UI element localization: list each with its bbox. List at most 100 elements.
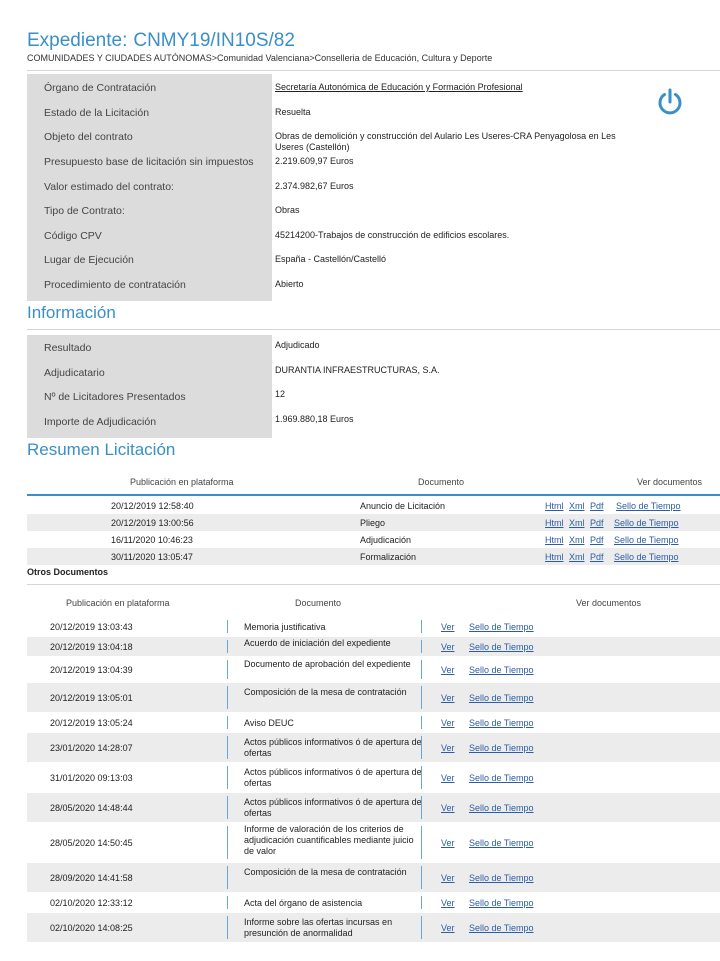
sello-de-tiempo-link[interactable]: Sello de Tiempo <box>469 923 534 933</box>
ver-link[interactable]: Ver <box>441 743 455 753</box>
sello-de-tiempo-link[interactable]: Sello de Tiempo <box>469 743 534 753</box>
sello-de-tiempo-link[interactable]: Sello de Tiempo <box>469 898 534 908</box>
otros-date: 23/01/2020 14:28:07 <box>50 743 133 753</box>
breadcrumb: COMUNIDADES Y CIUDADES AUTÓNOMAS>Comunid… <box>27 53 493 63</box>
otros-header-documento: Documento <box>295 598 342 608</box>
column-separator <box>227 896 228 909</box>
sello-de-tiempo-link[interactable]: Sello de Tiempo <box>614 518 679 528</box>
otros-document: Actos públicos informativos ó de apertur… <box>244 797 422 818</box>
sello-de-tiempo-link[interactable]: Sello de Tiempo <box>616 501 681 511</box>
html-link[interactable]: Html <box>545 535 564 545</box>
resumen-row: 20/12/2019 13:00:56 Pliego Html Xml Pdf Sello… <box>27 514 720 531</box>
detail-label: Presupuesto base de licitación sin impue… <box>44 156 254 168</box>
detail-label: Órgano de Contratación <box>44 82 157 94</box>
sello-de-tiempo-link[interactable]: Sello de Tiempo <box>614 552 679 562</box>
pdf-link[interactable]: Pdf <box>590 518 604 528</box>
resumen-row: 16/11/2020 10:46:23 Adjudicación Html Xml Pd… <box>27 531 720 548</box>
info-value: 1.969.880,18 Euros <box>275 414 354 424</box>
ver-link[interactable]: Ver <box>441 642 455 652</box>
sello-de-tiempo-link[interactable]: Sello de Tiempo <box>469 622 534 632</box>
otros-date: 20/12/2019 13:05:24 <box>50 718 133 728</box>
ver-link[interactable]: Ver <box>441 665 455 675</box>
html-link[interactable]: Html <box>545 518 564 528</box>
column-separator <box>227 686 228 709</box>
otros-header-publicacion: Publicación en plataforma <box>66 598 170 608</box>
xml-link[interactable]: Xml <box>569 552 585 562</box>
detail-value: 45214200-Trabajos de construcción de edi… <box>275 230 510 240</box>
otros-row: 02/10/2020 12:33:12 Acta del órgano de as… <box>27 893 720 913</box>
otros-date: 02/10/2020 12:33:12 <box>50 898 133 908</box>
column-separator <box>421 716 422 729</box>
ver-link[interactable]: Ver <box>441 693 455 703</box>
ver-link[interactable]: Ver <box>441 838 455 848</box>
xml-link[interactable]: Xml <box>569 501 585 511</box>
pdf-link[interactable]: Pdf <box>590 535 604 545</box>
sello-de-tiempo-link[interactable]: Sello de Tiempo <box>469 693 534 703</box>
html-link[interactable]: Html <box>545 552 564 562</box>
ver-link[interactable]: Ver <box>441 923 455 933</box>
detail-label: Estado de la Licitación <box>44 107 150 119</box>
sello-de-tiempo-link[interactable]: Sello de Tiempo <box>469 718 534 728</box>
power-icon[interactable] <box>654 86 686 118</box>
resumen-document: Pliego <box>360 518 386 528</box>
sello-de-tiempo-link[interactable]: Sello de Tiempo <box>469 838 534 848</box>
info-label: Resultado <box>44 342 92 354</box>
sello-de-tiempo-link[interactable]: Sello de Tiempo <box>469 773 534 783</box>
sello-de-tiempo-link[interactable]: Sello de Tiempo <box>614 535 679 545</box>
otros-row: 20/12/2019 13:03:43 Memoria justificativa… <box>27 617 720 637</box>
xml-link[interactable]: Xml <box>569 518 585 528</box>
otros-date: 20/12/2019 13:03:43 <box>50 622 133 632</box>
detail-label: Procedimiento de contratación <box>44 279 186 291</box>
xml-link[interactable]: Xml <box>569 535 585 545</box>
otros-date: 28/05/2020 14:48:44 <box>50 803 133 813</box>
column-separator <box>227 736 228 759</box>
otros-date: 20/12/2019 13:04:39 <box>50 665 133 675</box>
column-separator <box>421 736 422 759</box>
ver-link[interactable]: Ver <box>441 773 455 783</box>
divider <box>27 70 720 71</box>
otros-date: 20/12/2019 13:04:18 <box>50 642 133 652</box>
column-separator <box>421 896 422 909</box>
otros-header-ver: Ver documentos <box>576 598 642 608</box>
pdf-link[interactable]: Pdf <box>590 552 604 562</box>
column-separator <box>421 826 422 859</box>
sello-de-tiempo-link[interactable]: Sello de Tiempo <box>469 665 534 675</box>
otros-date: 31/01/2020 09:13:03 <box>50 773 133 783</box>
otros-document: Actos públicos informativos ó de apertur… <box>244 737 422 758</box>
sello-de-tiempo-link[interactable]: Sello de Tiempo <box>469 642 534 652</box>
ver-link[interactable]: Ver <box>441 718 455 728</box>
otros-row: 28/05/2020 14:48:44 Actos públicos inform… <box>27 793 720 823</box>
pdf-link[interactable]: Pdf <box>590 501 604 511</box>
ver-link[interactable]: Ver <box>441 898 455 908</box>
resumen-date: 20/12/2019 12:58:40 <box>111 501 194 511</box>
ver-link[interactable]: Ver <box>441 622 455 632</box>
divider <box>27 584 720 585</box>
resumen-row: 20/12/2019 12:58:40 Anuncio de Licitación… <box>27 497 720 514</box>
otros-document: Composición de la mesa de contratación <box>244 867 407 877</box>
html-link[interactable]: Html <box>545 501 564 511</box>
detail-label: Lugar de Ejecución <box>44 254 134 266</box>
ver-link[interactable]: Ver <box>441 803 455 813</box>
resumen-header-ver: Ver documentos <box>637 477 703 487</box>
section-title-informacion: Información <box>27 303 116 322</box>
detail-value: España - Castellón/Castelló <box>275 254 387 264</box>
ver-link[interactable]: Ver <box>441 873 455 883</box>
resumen-date: 30/11/2020 13:05:47 <box>111 552 193 562</box>
detail-value: Abierto <box>275 279 304 289</box>
column-separator <box>421 866 422 889</box>
info-value: 12 <box>275 389 286 399</box>
column-separator <box>227 716 228 729</box>
sello-de-tiempo-link[interactable]: Sello de Tiempo <box>469 803 534 813</box>
organo-link[interactable]: Secretaría Autonómica de Educación y For… <box>275 82 620 93</box>
column-separator <box>227 766 228 789</box>
sello-de-tiempo-link[interactable]: Sello de Tiempo <box>469 873 534 883</box>
column-separator <box>227 866 228 889</box>
column-separator <box>421 620 422 633</box>
column-separator <box>227 660 228 679</box>
column-separator <box>421 766 422 789</box>
info-value: Adjudicado <box>275 340 320 350</box>
resumen-document: Formalización <box>360 552 417 562</box>
detail-label: Valor estimado del contrato: <box>44 181 174 193</box>
otros-document: Informe de valoración de los criterios d… <box>244 824 414 856</box>
resumen-date: 20/12/2019 13:00:56 <box>111 518 194 528</box>
